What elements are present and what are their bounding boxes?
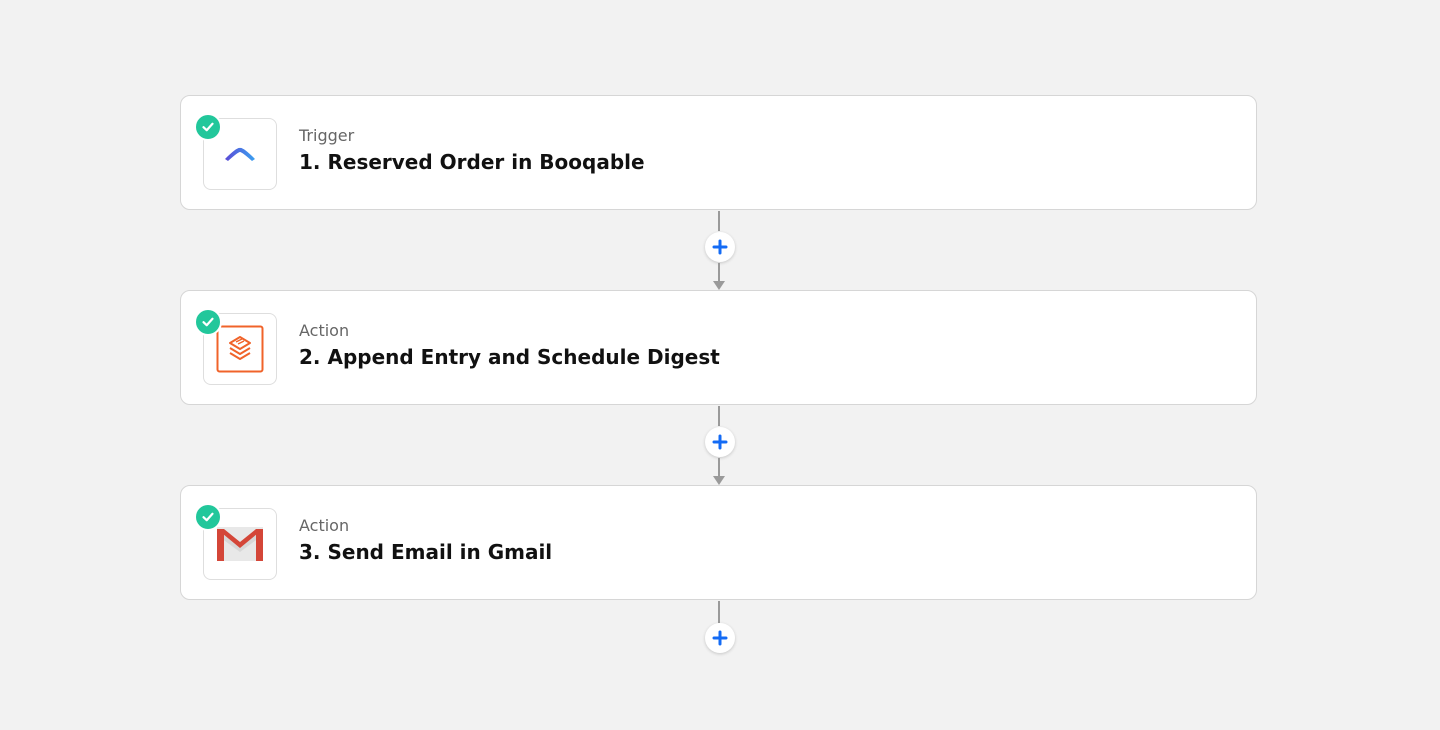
step-type-label: Action — [299, 516, 350, 535]
add-step-button[interactable] — [705, 232, 735, 262]
connector-line — [718, 406, 720, 426]
step-card-action-digest[interactable]: Action 2. Append Entry and Schedule Dige… — [180, 290, 1257, 405]
step-type-label: Action — [299, 321, 350, 340]
arrow-down-icon — [713, 476, 725, 485]
connector-line — [718, 601, 720, 623]
connector-line — [718, 458, 720, 476]
arrow-down-icon — [713, 281, 725, 290]
check-circle-icon — [194, 113, 222, 141]
step-title: 3. Send Email in Gmail — [299, 540, 553, 564]
check-circle-icon — [194, 503, 222, 531]
add-step-button[interactable] — [705, 427, 735, 457]
step-type-label: Trigger — [299, 126, 355, 145]
plus-icon — [712, 434, 728, 450]
connector-line — [718, 211, 720, 231]
step-card-trigger[interactable]: Trigger 1. Reserved Order in Booqable — [180, 95, 1257, 210]
plus-icon — [712, 630, 728, 646]
step-title: 2. Append Entry and Schedule Digest — [299, 345, 720, 369]
step-title: 1. Reserved Order in Booqable — [299, 150, 645, 174]
connector-line — [718, 263, 720, 281]
check-circle-icon — [194, 308, 222, 336]
plus-icon — [712, 239, 728, 255]
step-card-action-gmail[interactable]: Action 3. Send Email in Gmail — [180, 485, 1257, 600]
add-step-button[interactable] — [705, 623, 735, 653]
